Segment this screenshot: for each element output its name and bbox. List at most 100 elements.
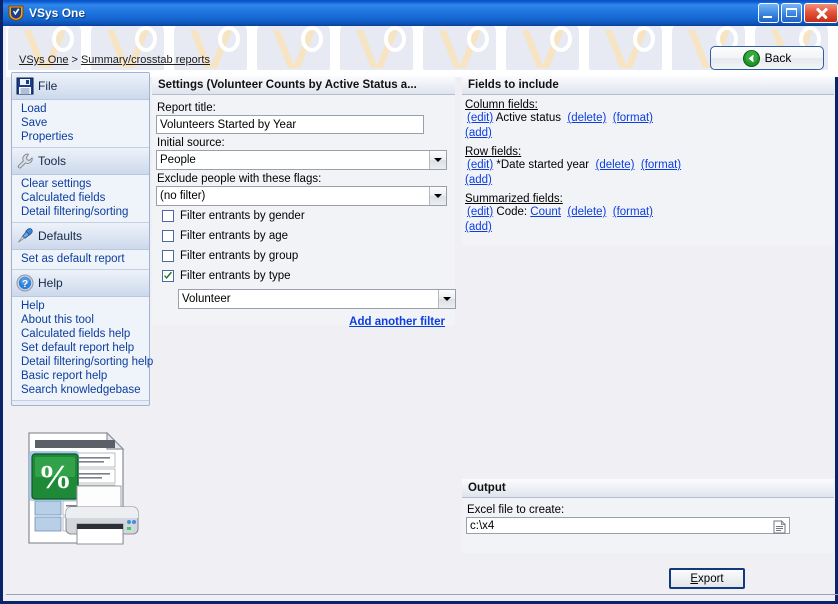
summarized-fields-title: Summarized fields: bbox=[465, 193, 563, 205]
summarized-fields-add-row: (add) bbox=[465, 220, 834, 235]
report-title-input[interactable]: Volunteers Started by Year bbox=[156, 115, 424, 134]
add-another-filter-container: Add another filter bbox=[156, 316, 445, 328]
sidebar-item-detail-filtering-sorting[interactable]: Detail filtering/sorting bbox=[12, 205, 149, 219]
sidebar-item-properties[interactable]: Properties bbox=[12, 130, 149, 144]
sidebar-item-load[interactable]: Load bbox=[12, 102, 149, 116]
sidebar-item-set-default-report-help[interactable]: Set default report help bbox=[12, 341, 149, 355]
column-field-format-link[interactable]: (format) bbox=[613, 112, 653, 124]
row-field-edit-link[interactable]: (edit) bbox=[467, 159, 493, 171]
sidebar-group-tools: Tools bbox=[12, 148, 149, 175]
entrant-type-value: Volunteer bbox=[182, 293, 231, 305]
report-title-value: Volunteers Started by Year bbox=[160, 118, 297, 131]
filter-by-type-label: Filter entrants by type bbox=[180, 270, 291, 282]
window-title: VSys One bbox=[29, 6, 86, 20]
back-arrow-icon bbox=[742, 49, 760, 67]
export-button-rest: xport bbox=[698, 572, 724, 585]
client-bottom-divider bbox=[6, 594, 838, 595]
output-panel-title: Output bbox=[462, 479, 834, 498]
row-field-format-link[interactable]: (format) bbox=[641, 159, 681, 171]
breadcrumb-root-link[interactable]: VSys One bbox=[19, 54, 69, 66]
entrant-type-select[interactable]: Volunteer bbox=[178, 289, 456, 309]
row-field-name: *Date started year bbox=[496, 159, 590, 171]
sidebar-group-defaults: Defaults bbox=[12, 223, 149, 250]
export-button[interactable]: Export bbox=[669, 568, 745, 589]
row-fields-add-link[interactable]: (add) bbox=[465, 174, 492, 186]
breadcrumb-current-link[interactable]: Summary/crosstab reports bbox=[81, 54, 210, 66]
chevron-down-icon[interactable] bbox=[429, 151, 446, 169]
sidebar-links-help: Help About this tool Calculated fields h… bbox=[12, 297, 153, 401]
column-fields-add-link[interactable]: (add) bbox=[465, 127, 492, 139]
sidebar-item-calculated-fields[interactable]: Calculated fields bbox=[12, 191, 149, 205]
sidebar-group-label-tools: Tools bbox=[38, 154, 67, 168]
row-fields-add-row: (add) bbox=[465, 173, 834, 188]
export-button-accelerator: E bbox=[690, 572, 699, 585]
filter-by-group-row[interactable]: Filter entrants by group bbox=[162, 246, 451, 266]
sidebar-item-basic-report-help[interactable]: Basic report help bbox=[12, 369, 149, 383]
settings-panel-title: Settings (Volunteer Counts by Active Sta… bbox=[152, 76, 455, 95]
file-browse-icon bbox=[773, 519, 786, 533]
breadcrumb-separator: > bbox=[71, 54, 78, 66]
filter-by-gender-row[interactable]: Filter entrants by gender bbox=[162, 206, 451, 226]
back-button-label: Back bbox=[764, 51, 792, 65]
sidebar-item-about-this-tool[interactable]: About this tool bbox=[12, 313, 149, 327]
fields-to-include-panel: Fields to include Column fields: (edit) … bbox=[462, 76, 834, 246]
filter-by-type-checkbox[interactable] bbox=[162, 270, 174, 282]
initial-source-select[interactable]: People bbox=[156, 150, 447, 170]
back-button[interactable]: Back bbox=[710, 46, 824, 70]
sidebar-item-detail-filtering-sorting-help[interactable]: Detail filtering/sorting help bbox=[12, 355, 153, 369]
filter-by-age-label: Filter entrants by age bbox=[180, 230, 289, 242]
summarized-field-edit-link[interactable]: (edit) bbox=[467, 206, 493, 218]
row-fields-group: Row fields: (edit) *Date started year (d… bbox=[464, 146, 834, 188]
excel-file-input[interactable]: c:\x4 bbox=[466, 517, 790, 534]
excel-file-label: Excel file to create: bbox=[467, 504, 565, 516]
settings-panel-body: Report title: Volunteers Started by Year… bbox=[152, 95, 456, 328]
add-another-filter-link[interactable]: Add another filter bbox=[349, 316, 445, 328]
svg-text:%: % bbox=[38, 459, 72, 496]
row-field-delete-link[interactable]: (delete) bbox=[595, 159, 634, 171]
column-field-edit-link[interactable]: (edit) bbox=[467, 112, 493, 124]
minimize-button[interactable] bbox=[758, 3, 779, 23]
output-panel: Output Excel file to create: c:\x4 bbox=[462, 479, 834, 553]
summarized-fields-add-link[interactable]: (add) bbox=[465, 221, 492, 233]
filter-by-age-row[interactable]: Filter entrants by age bbox=[162, 226, 451, 246]
row-fields-title: Row fields: bbox=[465, 146, 522, 158]
vsys-shield-icon bbox=[8, 5, 24, 22]
sidebar-item-search-knowledgebase[interactable]: Search knowledgebase bbox=[12, 383, 149, 397]
column-fields-group: Column fields: (edit) Active status (del… bbox=[464, 99, 834, 141]
column-field-delete-link[interactable]: (delete) bbox=[567, 112, 606, 124]
sidebar-group-label-help: Help bbox=[38, 276, 63, 290]
sidebar-group-help: ? Help bbox=[12, 270, 149, 297]
report-title-label: Report title: bbox=[157, 102, 216, 114]
settings-panel: Settings (Volunteer Counts by Active Sta… bbox=[152, 76, 456, 328]
application-window: VSys One VSys One > Summary/crosstab rep… bbox=[0, 0, 838, 604]
summarized-fields-group: Summarized fields: (edit) Code: Count (d… bbox=[464, 193, 834, 235]
summarized-field-prefix: Code: bbox=[496, 206, 528, 218]
file-browse-button[interactable] bbox=[771, 519, 788, 534]
exclude-flags-value: (no filter) bbox=[160, 190, 206, 202]
floppy-disk-icon bbox=[16, 77, 34, 95]
filter-by-age-checkbox[interactable] bbox=[162, 230, 174, 242]
breadcrumb: VSys One > Summary/crosstab reports bbox=[19, 54, 210, 66]
filter-by-type-row[interactable]: Filter entrants by type bbox=[162, 266, 451, 286]
sidebar-item-set-as-default-report[interactable]: Set as default report bbox=[12, 252, 149, 266]
sidebar: File Load Save Properties Tools Clear se… bbox=[11, 72, 153, 406]
filter-by-group-checkbox[interactable] bbox=[162, 250, 174, 262]
checkmark-icon bbox=[164, 271, 172, 279]
summarized-field-delete-link[interactable]: (delete) bbox=[567, 206, 606, 218]
sidebar-item-clear-settings[interactable]: Clear settings bbox=[12, 177, 149, 191]
summarized-field-name-link[interactable]: Count bbox=[530, 206, 561, 218]
export-button-label: Export bbox=[690, 573, 723, 585]
chevron-down-icon-3[interactable] bbox=[438, 290, 455, 308]
sidebar-item-calculated-fields-help[interactable]: Calculated fields help bbox=[12, 327, 149, 341]
filter-by-gender-checkbox[interactable] bbox=[162, 210, 174, 222]
chevron-down-icon-2[interactable] bbox=[429, 187, 446, 205]
excel-file-value: c:\x4 bbox=[470, 519, 495, 532]
maximize-button[interactable] bbox=[781, 3, 802, 23]
exclude-flags-select[interactable]: (no filter) bbox=[156, 186, 447, 206]
sidebar-group-label-file: File bbox=[38, 79, 58, 93]
close-button[interactable] bbox=[804, 3, 838, 23]
column-fields-add-row: (add) bbox=[465, 126, 834, 141]
sidebar-item-save[interactable]: Save bbox=[12, 116, 149, 130]
summarized-field-format-link[interactable]: (format) bbox=[613, 206, 653, 218]
sidebar-item-help[interactable]: Help bbox=[12, 299, 149, 313]
